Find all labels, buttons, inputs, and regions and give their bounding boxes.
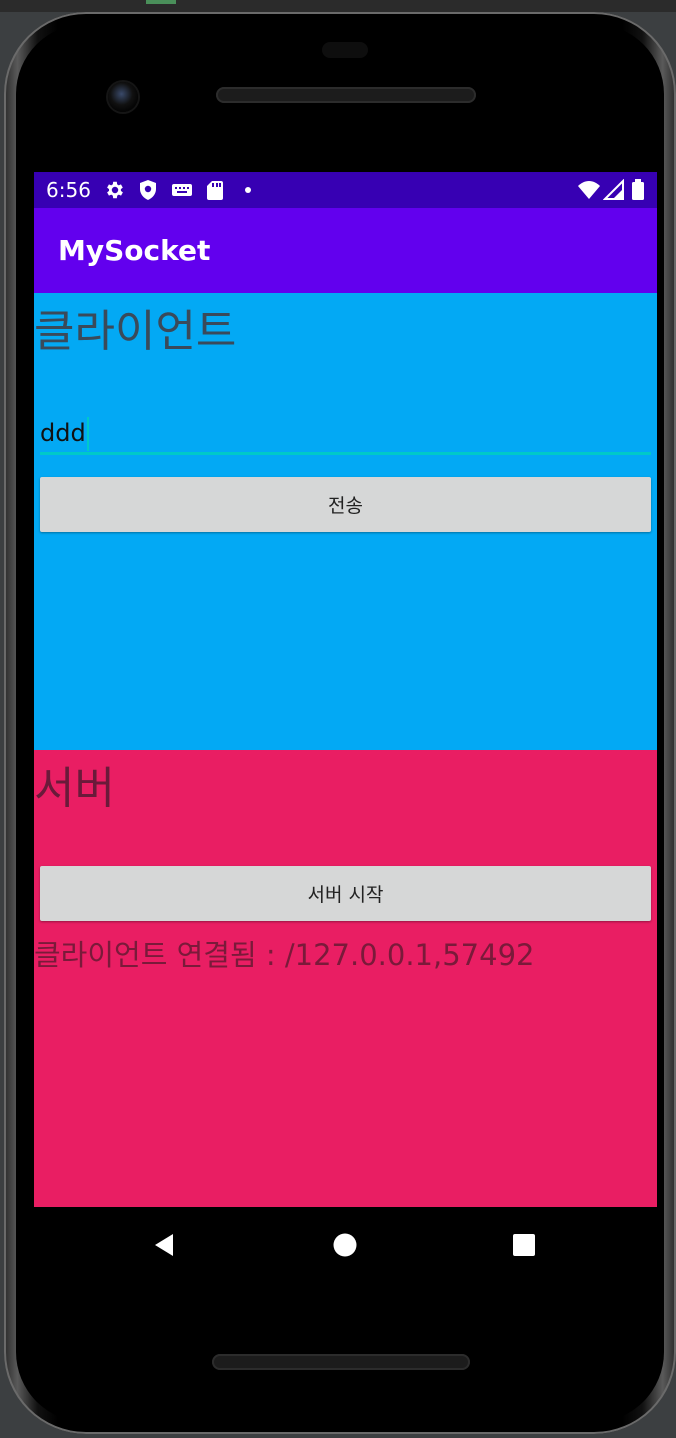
server-title: 서버 — [34, 763, 115, 814]
client-panel: 클라이언트 ddd 전송 — [34, 293, 657, 750]
status-bar: 6:56 — [34, 172, 657, 208]
start-server-button[interactable]: 서버 시작 — [40, 866, 651, 921]
connection-status: 클라이언트 연결됨 : /127.0.0.1,57492 — [34, 938, 535, 972]
status-time: 6:56 — [46, 178, 91, 202]
text-cursor — [86, 417, 89, 451]
proximity-sensor — [322, 42, 368, 58]
keyboard-icon — [172, 184, 192, 196]
sd-card-icon — [207, 181, 223, 200]
home-icon[interactable] — [331, 1231, 359, 1259]
client-title: 클라이언트 — [34, 306, 237, 357]
navigation-bar — [34, 1207, 657, 1282]
server-panel: 서버 서버 시작 클라이언트 연결됨 : /127.0.0.1,57492 — [34, 750, 657, 1207]
app-title: MySocket — [58, 234, 211, 267]
recents-icon[interactable] — [510, 1231, 538, 1259]
app-toolbar: MySocket — [34, 208, 657, 293]
bottom-speaker — [212, 1354, 470, 1370]
shield-icon — [140, 180, 156, 200]
wifi-icon — [578, 181, 600, 199]
ide-background-strip — [0, 0, 676, 12]
ide-marker — [146, 0, 176, 4]
earpiece-speaker — [216, 87, 476, 103]
back-icon[interactable] — [150, 1231, 178, 1259]
battery-icon — [632, 179, 644, 200]
device-screen: 6:56 MySocket 클라이언트 ddd 전송 서버 서버 시작 클라이언… — [34, 172, 657, 1282]
signal-icon — [603, 179, 624, 200]
message-input[interactable]: ddd — [40, 411, 651, 455]
front-camera-icon — [108, 82, 138, 112]
dot-icon — [245, 187, 251, 193]
send-button[interactable]: 전송 — [40, 477, 651, 532]
gear-icon — [107, 181, 123, 199]
message-input-value: ddd — [40, 419, 86, 447]
